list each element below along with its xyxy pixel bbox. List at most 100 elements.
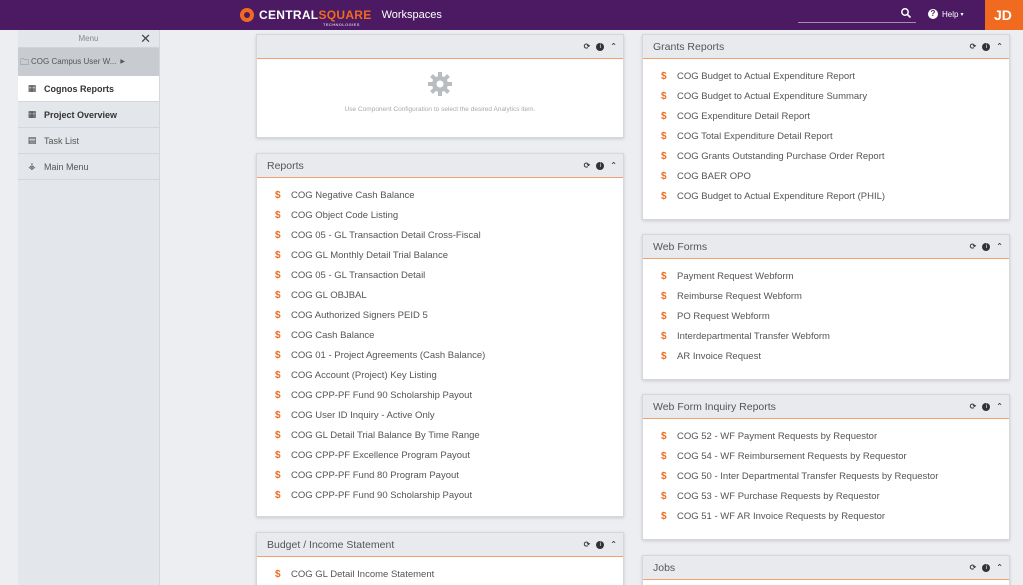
report-link[interactable]: COG 52 - WF Payment Requests by Requesto…	[677, 427, 877, 447]
list-item[interactable]: $ COG 52 - WF Payment Requests by Request…	[661, 427, 1009, 447]
report-link[interactable]: COG BAER OPO	[677, 167, 751, 187]
list-item[interactable]: $ COG CPP-PF Fund 90 Scholarship Payout	[275, 486, 623, 506]
report-link[interactable]: COG Object Code Listing	[291, 206, 398, 226]
report-link[interactable]: COG Negative Cash Balance	[291, 186, 415, 206]
sidebar-item-main-menu[interactable]: ⚶ Main Menu	[18, 154, 159, 180]
list-item[interactable]: $ COG GL OBJBAL	[275, 286, 623, 306]
help-menu[interactable]: ? Help ▾	[928, 9, 963, 19]
info-icon[interactable]: i	[982, 243, 991, 251]
report-link[interactable]: COG GL Monthly Detail Trial Balance	[291, 246, 448, 266]
sidebar-item-project-overview[interactable]: ▦ Project Overview	[18, 102, 159, 128]
list-item[interactable]: $ COG 50 - Inter Departmental Transfer Re…	[661, 467, 1009, 487]
list-item[interactable]: $ COG GL Detail Income Statement	[275, 565, 623, 585]
report-link[interactable]: COG CPP-PF Fund 80 Program Payout	[291, 466, 459, 486]
search-input[interactable]	[798, 7, 916, 23]
chevron-up-icon[interactable]: ⌃	[996, 556, 1003, 580]
list-item[interactable]: $ Payment Request Webform	[661, 267, 1009, 287]
list-item[interactable]: $ Interdepartmental Transfer Webform	[661, 327, 1009, 347]
chevron-up-icon[interactable]: ⌃	[610, 154, 617, 178]
refresh-icon[interactable]: ⟳	[970, 35, 977, 59]
list-item[interactable]: $ COG 51 - WF AR Invoice Requests by Requ…	[661, 507, 1009, 527]
report-link[interactable]: COG 50 - Inter Departmental Transfer Req…	[677, 467, 938, 487]
chevron-up-icon[interactable]: ⌃	[996, 235, 1003, 259]
chevron-up-icon[interactable]: ⌃	[610, 533, 617, 557]
list-item[interactable]: $ AR Invoice Request	[661, 347, 1009, 367]
report-link[interactable]: COG GL Detail Trial Balance By Time Rang…	[291, 426, 480, 446]
chevron-up-icon[interactable]: ⌃	[610, 35, 617, 59]
sidebar-item-task-list[interactable]: ▤ Task List	[18, 128, 159, 154]
report-link[interactable]: COG 53 - WF Purchase Requests by Request…	[677, 487, 880, 507]
brand[interactable]: CENTRALSQUARE TECHNOLOGIES Workspaces	[240, 5, 442, 27]
list-item[interactable]: $ COG User ID Inquiry - Active Only	[275, 406, 623, 426]
list-item[interactable]: $ COG GL Detail Trial Balance By Time Ran…	[275, 426, 623, 446]
close-icon[interactable]: ✕	[140, 32, 151, 45]
list-item[interactable]: $ COG BAER OPO	[661, 167, 1009, 187]
list-item[interactable]: $ COG Budget to Actual Expenditure Report…	[661, 187, 1009, 207]
info-icon[interactable]: i	[596, 43, 605, 51]
info-icon[interactable]: i	[596, 162, 605, 170]
list-item[interactable]: $ COG CPP-PF Fund 90 Scholarship Payout	[275, 386, 623, 406]
list-item[interactable]: $ COG 01 - Project Agreements (Cash Balan…	[275, 346, 623, 366]
list-item[interactable]: $ COG GL Monthly Detail Trial Balance	[275, 246, 623, 266]
report-link[interactable]: COG Cash Balance	[291, 326, 374, 346]
refresh-icon[interactable]: ⟳	[970, 556, 977, 580]
report-link[interactable]: COG Budget to Actual Expenditure Report	[677, 67, 855, 87]
list-item[interactable]: $ PO Request Webform	[661, 307, 1009, 327]
list-item[interactable]: $ COG Budget to Actual Expenditure Summar…	[661, 87, 1009, 107]
list-item[interactable]: $ COG Object Code Listing	[275, 206, 623, 226]
report-link[interactable]: COG Authorized Signers PEID 5	[291, 306, 428, 326]
workspace-selector[interactable]: 🗀 COG Campus User W... ▶	[18, 48, 159, 76]
list-item[interactable]: $ COG 05 - GL Transaction Detail Cross-Fi…	[275, 226, 623, 246]
report-link[interactable]: COG CPP-PF Excellence Program Payout	[291, 446, 470, 466]
list-item[interactable]: $ COG Budget to Actual Expenditure Report	[661, 67, 1009, 87]
list-item[interactable]: $ COG Expenditure Detail Report	[661, 107, 1009, 127]
report-link[interactable]: COG 51 - WF AR Invoice Requests by Reque…	[677, 507, 885, 527]
info-icon[interactable]: i	[596, 541, 605, 549]
refresh-icon[interactable]: ⟳	[584, 35, 591, 59]
list-item[interactable]: $ COG CPP-PF Fund 80 Program Payout	[275, 466, 623, 486]
search-icon[interactable]	[900, 7, 912, 19]
info-icon[interactable]: i	[982, 403, 991, 411]
refresh-icon[interactable]: ⟳	[584, 154, 591, 178]
report-link[interactable]: COG 54 - WF Reimbursement Requests by Re…	[677, 447, 907, 467]
report-link[interactable]: COG CPP-PF Fund 90 Scholarship Payout	[291, 386, 472, 406]
list-item[interactable]: $ COG Account (Project) Key Listing	[275, 366, 623, 386]
report-link[interactable]: COG Account (Project) Key Listing	[291, 366, 437, 386]
list-item[interactable]: $ COG 54 - WF Reimbursement Requests by R…	[661, 447, 1009, 467]
chevron-up-icon[interactable]: ⌃	[996, 35, 1003, 59]
webform-link[interactable]: Payment Request Webform	[677, 267, 794, 287]
report-link[interactable]: COG Budget to Actual Expenditure Summary	[677, 87, 867, 107]
refresh-icon[interactable]: ⟳	[970, 395, 977, 419]
info-icon[interactable]: i	[982, 43, 991, 51]
list-item[interactable]: $ COG Grants Outstanding Purchase Order R…	[661, 147, 1009, 167]
info-icon[interactable]: i	[982, 564, 991, 572]
report-link[interactable]: COG User ID Inquiry - Active Only	[291, 406, 435, 426]
list-item[interactable]: $ COG Cash Balance	[275, 326, 623, 346]
chevron-up-icon[interactable]: ⌃	[996, 395, 1003, 419]
list-item[interactable]: $ COG 53 - WF Purchase Requests by Reques…	[661, 487, 1009, 507]
list-item[interactable]: $ COG Total Expenditure Detail Report	[661, 127, 1009, 147]
webform-link[interactable]: AR Invoice Request	[677, 347, 761, 367]
refresh-icon[interactable]: ⟳	[584, 533, 591, 557]
user-avatar[interactable]: JD	[985, 0, 1023, 30]
webform-link[interactable]: Reimburse Request Webform	[677, 287, 802, 307]
report-link[interactable]: COG GL Detail Income Statement	[291, 565, 434, 585]
list-item[interactable]: $ COG Negative Cash Balance	[275, 186, 623, 206]
sidebar-item-cognos-reports[interactable]: ▦ Cognos Reports	[18, 76, 159, 102]
webform-link[interactable]: Interdepartmental Transfer Webform	[677, 327, 830, 347]
report-link[interactable]: COG Total Expenditure Detail Report	[677, 127, 833, 147]
list-item[interactable]: $ COG Authorized Signers PEID 5	[275, 306, 623, 326]
report-link[interactable]: COG CPP-PF Fund 90 Scholarship Payout	[291, 486, 472, 506]
report-link[interactable]: COG 05 - GL Transaction Detail Cross-Fis…	[291, 226, 481, 246]
report-link[interactable]: COG GL OBJBAL	[291, 286, 367, 306]
list-item[interactable]: $ Reimburse Request Webform	[661, 287, 1009, 307]
report-link[interactable]: COG 01 - Project Agreements (Cash Balanc…	[291, 346, 485, 366]
list-item[interactable]: $ COG CPP-PF Excellence Program Payout	[275, 446, 623, 466]
report-link[interactable]: COG 05 - GL Transaction Detail	[291, 266, 425, 286]
list-item[interactable]: $ COG 05 - GL Transaction Detail	[275, 266, 623, 286]
refresh-icon[interactable]: ⟳	[970, 235, 977, 259]
webform-link[interactable]: PO Request Webform	[677, 307, 770, 327]
report-link[interactable]: COG Budget to Actual Expenditure Report …	[677, 187, 885, 207]
report-link[interactable]: COG Expenditure Detail Report	[677, 107, 810, 127]
report-link[interactable]: COG Grants Outstanding Purchase Order Re…	[677, 147, 885, 167]
